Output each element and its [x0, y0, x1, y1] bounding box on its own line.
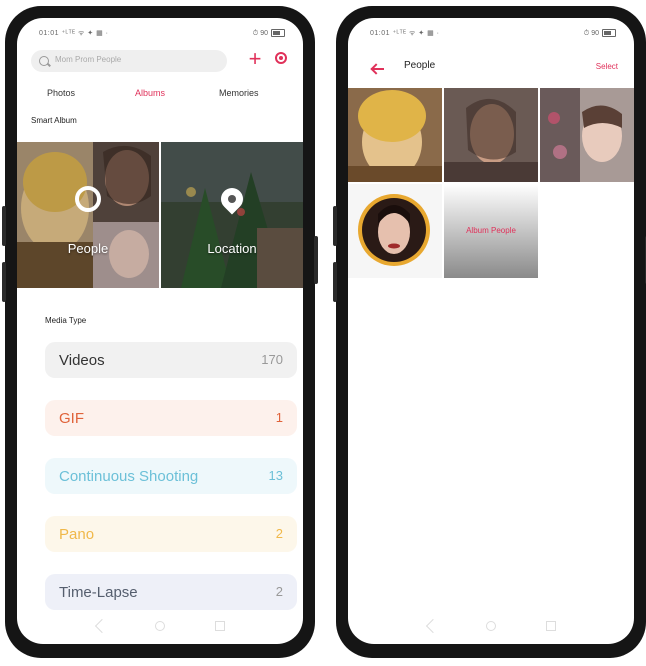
add-icon[interactable]: +	[244, 48, 266, 70]
status-bar: 01:01 ⁺ᴸᵀᴱ ᯤ ✦ ▦ · ⏱ 90	[17, 18, 303, 42]
page-title: People	[404, 60, 436, 71]
person-thumbnail[interactable]	[348, 88, 442, 182]
location-album-label: Location	[207, 241, 257, 256]
volume-button	[2, 262, 6, 302]
battery-icon	[271, 29, 285, 37]
person-thumbnail[interactable]	[540, 88, 634, 182]
system-nav-bar	[348, 610, 634, 644]
system-nav-bar	[17, 610, 303, 644]
add-people-tile[interactable]: Album People	[444, 184, 538, 278]
search-input[interactable]: Mom Prom People	[55, 55, 121, 64]
smart-album-heading: Smart Album	[31, 116, 77, 125]
nav-home-icon[interactable]	[155, 621, 165, 631]
back-arrow-icon[interactable]	[370, 64, 386, 74]
media-label: Time-Lapse	[59, 584, 138, 601]
person-photo	[348, 88, 442, 182]
tab-bar: Photos Albums Memories	[17, 84, 303, 104]
media-count: 1	[275, 410, 283, 425]
volume-button	[333, 206, 337, 246]
media-row-time-lapse[interactable]: Time-Lapse 2	[45, 574, 297, 610]
search-bar[interactable]: Mom Prom People	[31, 50, 227, 72]
nav-recents-icon[interactable]	[215, 621, 225, 631]
nav-back-icon[interactable]	[94, 618, 110, 634]
nav-back-icon[interactable]	[425, 618, 441, 634]
status-right: ⏱ 90	[253, 29, 285, 38]
volume-button	[2, 206, 6, 246]
media-type-heading: Media Type	[45, 316, 87, 325]
people-screen: 01:01 ⁺ᴸᵀᴱ ᯤ ✦ ▦ · ⏱ 90 People Select Al…	[348, 18, 634, 644]
albums-screen: 01:01 ⁺ᴸᵀᴱ ᯤ ✦ ▦ · ⏱ 90 Mom Prom People …	[17, 18, 303, 644]
battery-icon	[602, 29, 616, 37]
media-row-videos[interactable]: Videos 170	[45, 342, 297, 378]
status-right-text: ⏱ 90	[252, 29, 268, 37]
person-photo	[444, 88, 538, 182]
person-thumbnail[interactable]	[444, 88, 538, 182]
tab-photos[interactable]: Photos	[47, 88, 75, 98]
media-label: Continuous Shooting	[59, 468, 199, 485]
person-photo	[348, 184, 442, 278]
search-icon	[39, 56, 49, 66]
tab-albums[interactable]: Albums	[135, 88, 165, 98]
media-row-pano[interactable]: Pano 2	[45, 516, 297, 552]
smart-album-row: People Location	[17, 142, 303, 288]
status-right-text: ⏱ 90	[583, 29, 599, 37]
people-album-label: People	[67, 241, 109, 256]
status-bar: 01:01 ⁺ᴸᵀᴱ ᯤ ✦ ▦ · ⏱ 90	[348, 18, 634, 42]
status-left-text: 01:01 ⁺ᴸᵀᴱ ᯤ ✦ ▦ ·	[39, 30, 109, 37]
location-album[interactable]: Location	[161, 142, 303, 288]
media-label: GIF	[59, 410, 84, 427]
location-album-thumbnail	[161, 142, 303, 288]
phone-right: 01:01 ⁺ᴸᵀᴱ ᯤ ✦ ▦ · ⏱ 90 People Select Al…	[333, 6, 646, 658]
power-button	[314, 236, 318, 284]
person-thumbnail[interactable]	[348, 184, 442, 278]
media-count: 2	[275, 584, 283, 599]
status-right: ⏱ 90	[584, 29, 616, 38]
media-count: 170	[261, 352, 283, 367]
select-button[interactable]: Select	[596, 62, 618, 71]
phone-left: 01:01 ⁺ᴸᵀᴱ ᯤ ✦ ▦ · ⏱ 90 Mom Prom People …	[2, 6, 318, 658]
person-photo	[540, 88, 634, 182]
nav-recents-icon[interactable]	[546, 621, 556, 631]
volume-button	[333, 262, 337, 302]
media-label: Pano	[59, 526, 95, 543]
people-album-thumbnail	[17, 142, 159, 288]
media-row-gif[interactable]: GIF 1	[45, 400, 297, 436]
media-label: Videos	[59, 352, 105, 369]
media-count: 2	[275, 526, 283, 541]
status-left-text: 01:01 ⁺ᴸᵀᴱ ᯤ ✦ ▦ ·	[370, 30, 440, 37]
person-circle-icon	[75, 186, 101, 212]
add-people-label: Album People	[466, 226, 516, 235]
media-count: 13	[268, 468, 283, 483]
media-row-continuous-shooting[interactable]: Continuous Shooting 13	[45, 458, 297, 494]
settings-icon[interactable]	[275, 52, 287, 64]
tab-memories[interactable]: Memories	[219, 88, 259, 98]
nav-home-icon[interactable]	[486, 621, 496, 631]
people-album[interactable]: People	[17, 142, 159, 288]
